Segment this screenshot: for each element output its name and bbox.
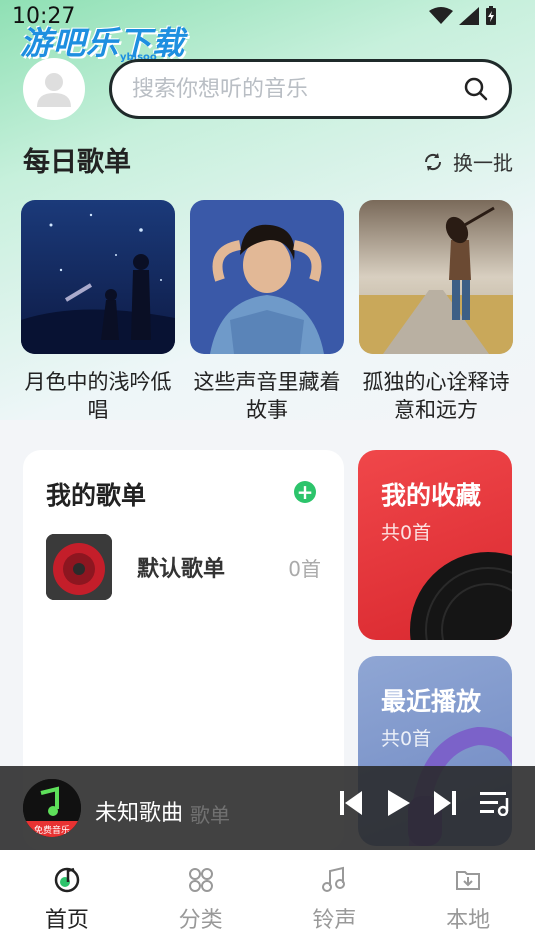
refresh-label: 换一批 <box>453 151 513 175</box>
playlist-card[interactable]: 月色中的浅吟低唱 <box>21 200 175 424</box>
refresh-button[interactable]: 换一批 <box>423 147 513 176</box>
favorites-title: 我的收藏 <box>381 481 482 510</box>
status-icons <box>429 6 497 26</box>
my-playlists-title: 我的歌单 <box>46 481 147 510</box>
home-music-icon <box>54 867 80 893</box>
tab-label: 本地 <box>446 908 491 933</box>
play-icon[interactable] <box>386 790 410 816</box>
previous-icon[interactable] <box>340 791 362 815</box>
tab-ringtone[interactable]: 铃声 <box>268 850 402 951</box>
add-playlist-button[interactable]: + <box>294 481 316 503</box>
card-title: 月色中的浅吟低唱 <box>24 370 172 422</box>
playlist-row[interactable]: 默认歌单 0首 <box>46 534 321 600</box>
card-cover-road-guitar <box>359 200 513 354</box>
tab-category[interactable]: 分类 <box>134 850 268 951</box>
daily-title: 每日歌单 <box>23 140 135 179</box>
playlist-card[interactable]: 孤独的心诠释诗意和远方 <box>359 200 513 424</box>
avatar[interactable] <box>23 58 85 120</box>
music-cover-icon: 免费音乐 <box>23 779 81 837</box>
daily-title-text: 每日歌单 <box>23 147 131 178</box>
player-controls <box>340 790 510 816</box>
signal-icon <box>459 7 479 25</box>
card-cover-portrait <box>190 200 344 354</box>
music-note-icon <box>322 866 346 892</box>
tab-label: 铃声 <box>312 908 357 933</box>
playlist-count: 0首 <box>288 556 321 581</box>
watermark-logo: 游吧乐下载 <box>20 24 186 62</box>
playlist-name: 默认歌单 <box>137 557 226 582</box>
tab-label: 首页 <box>44 908 89 933</box>
card-title: 这些声音里藏着故事 <box>193 370 341 422</box>
grid-icon <box>188 868 213 892</box>
tab-label: 分类 <box>178 908 223 933</box>
vinyl-icon <box>46 534 112 600</box>
favorites-count: 共0首 <box>381 522 432 544</box>
ghost-text: 歌单 <box>190 803 230 827</box>
playlist-card[interactable]: 这些声音里藏着故事 <box>190 200 344 424</box>
card-cover-stargazing <box>21 200 175 354</box>
recent-count: 共0首 <box>381 728 432 750</box>
player-cover-text: 免费音乐 <box>34 824 70 836</box>
next-icon[interactable] <box>434 791 456 815</box>
favorites-tile[interactable]: 我的收藏 共0首 <box>358 450 512 640</box>
player-song-title: 未知歌曲 <box>95 801 184 826</box>
user-icon <box>37 73 71 107</box>
tab-local[interactable]: 本地 <box>401 850 535 951</box>
bottom-tab-bar: 首页 分类 铃声 本地 <box>0 850 535 951</box>
playlist-thumb <box>46 534 112 600</box>
recent-title: 最近播放 <box>381 687 482 716</box>
player-cover[interactable]: 免费音乐 <box>23 779 81 837</box>
search-input[interactable] <box>132 76 463 102</box>
search-icon[interactable] <box>463 76 489 102</box>
folder-download-icon <box>456 871 481 890</box>
refresh-icon <box>424 152 442 171</box>
search-bar[interactable] <box>109 59 512 119</box>
tab-home[interactable]: 首页 <box>0 850 134 951</box>
battery-icon <box>486 6 496 25</box>
daily-cards: 月色中的浅吟低唱 这些声音里藏着故事 孤独的心诠释诗意和远方 <box>21 200 513 424</box>
wifi-icon <box>429 7 453 24</box>
mini-player[interactable]: 免费音乐 歌单 未知歌曲 <box>0 766 535 850</box>
card-title: 孤独的心诠释诗意和远方 <box>362 370 510 422</box>
playlist-queue-icon[interactable] <box>480 790 510 816</box>
plus-icon: + <box>296 480 314 504</box>
